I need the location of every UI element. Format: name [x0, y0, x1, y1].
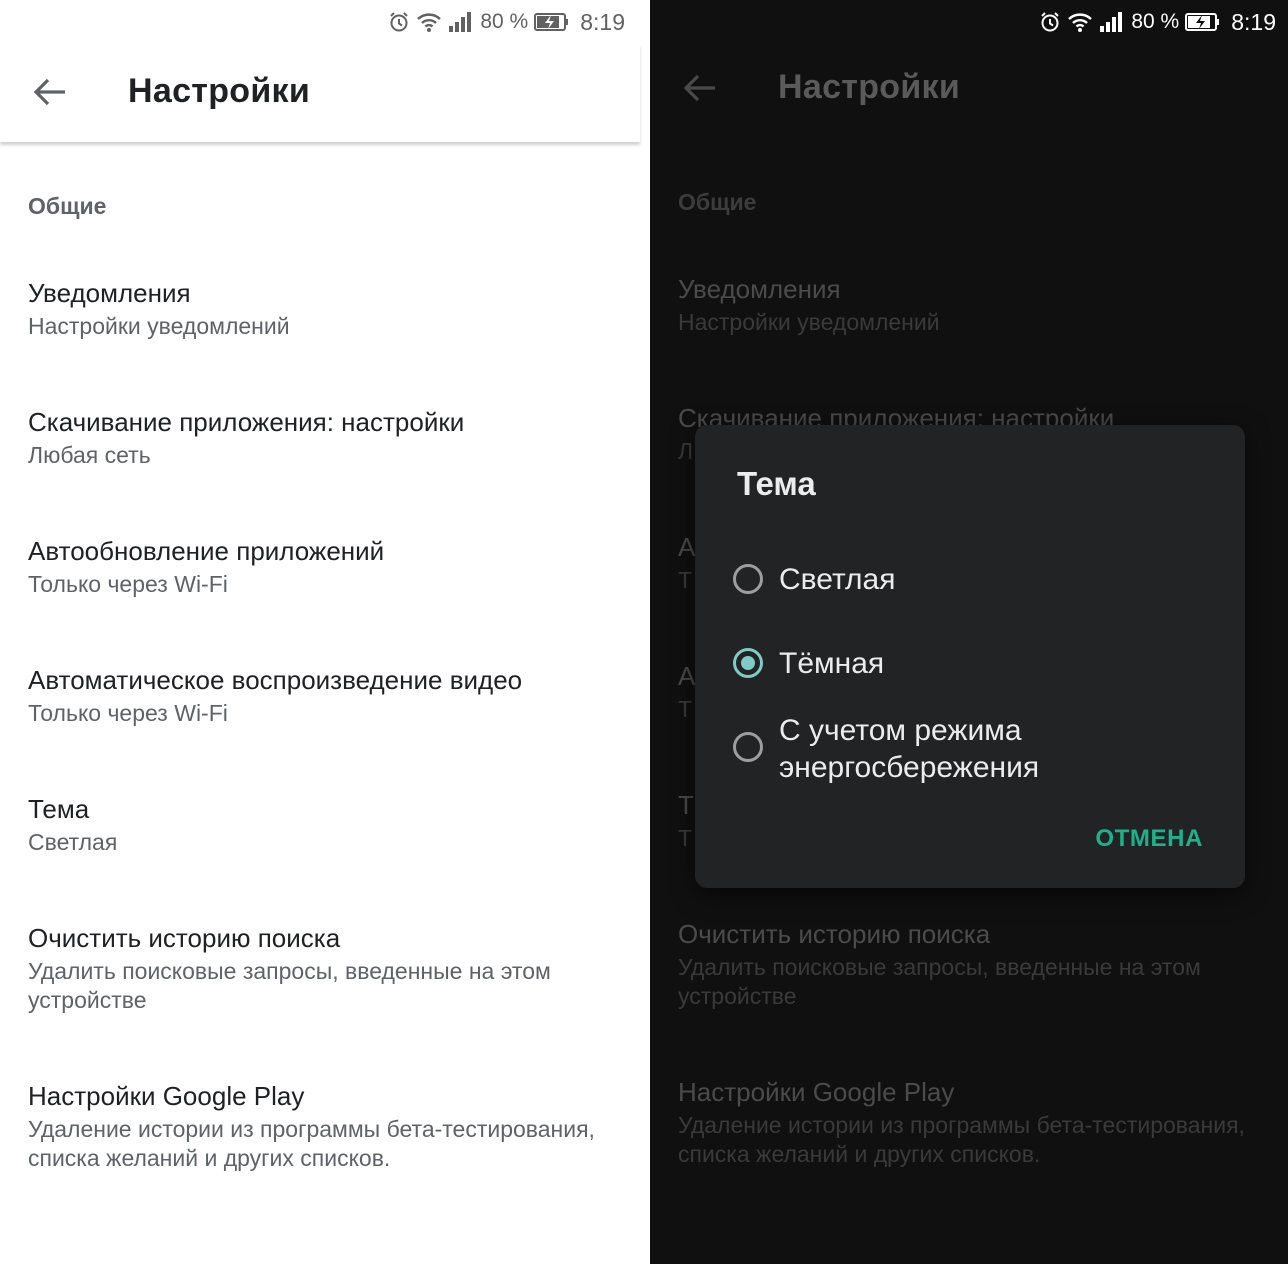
option-label: Тёмная [779, 647, 885, 680]
item-title: Очистить историю поиска [28, 923, 341, 953]
signal-icon [1099, 12, 1123, 32]
item-title: Очистить историю поиска [678, 919, 991, 949]
alarm-icon [388, 11, 410, 33]
page-title: Настройки [128, 72, 311, 110]
settings-item-download[interactable]: Скачивание приложения: настройки Любая с… [28, 405, 630, 470]
settings-item-google-play[interactable]: Настройки Google Play Удаление истории и… [28, 1079, 630, 1173]
item-subtitle: Удаление истории из программы бета-тести… [678, 1112, 1245, 1167]
radio-button-checked[interactable] [733, 648, 763, 678]
settings-item-autoplay-video[interactable]: Автоматическое воспроизведение видео Тол… [28, 663, 630, 728]
item-title: Уведомления [678, 274, 841, 304]
back-arrow-icon[interactable] [30, 72, 70, 112]
battery-percent: 80 % [480, 10, 529, 33]
settings-item-theme[interactable]: Тема Светлая [28, 792, 630, 857]
page-title: Настройки [778, 68, 961, 106]
cancel-button[interactable]: ОТМЕНА [1095, 825, 1203, 853]
status-bar: 80 % 8:19 [388, 6, 625, 38]
settings-item-notifications[interactable]: Уведомления Настройки уведомлений [28, 276, 630, 341]
radio-button-unchecked[interactable] [733, 564, 763, 594]
battery-charging-icon [534, 12, 570, 32]
settings-item-clear-history[interactable]: Очистить историю поиска Удалить поисковы… [28, 921, 630, 1015]
wifi-icon [416, 11, 442, 33]
status-time: 8:19 [580, 8, 625, 35]
item-subtitle: Светлая [28, 829, 118, 855]
alarm-icon [1039, 11, 1061, 33]
status-bar: 80 % 8:19 [1039, 6, 1276, 38]
item-subtitle: Настройки уведомлений [678, 309, 940, 335]
theme-option-light[interactable]: Светлая [733, 561, 895, 598]
theme-option-dark[interactable]: Тёмная [733, 645, 884, 682]
item-title: Скачивание приложения: настройки [28, 407, 465, 437]
item-subtitle: Только через Wi-Fi [28, 700, 228, 726]
light-settings-screen: 80 % 8:19 Настройки Общие Уведомления На… [0, 0, 650, 1264]
dark-settings-screen: 80 % 8:19 Настройки Общие Уведомления На… [650, 0, 1288, 1264]
dialog-title: Тема [737, 465, 816, 502]
item-subtitle: Удалить поисковые запросы, введенные на … [678, 954, 1201, 1009]
back-arrow-icon[interactable] [680, 68, 720, 108]
item-subtitle: Настройки уведомлений [28, 313, 290, 339]
battery-charging-icon [1185, 12, 1221, 32]
settings-item-clear-history[interactable]: Очистить историю поиска Удалить поисковы… [678, 917, 1268, 1011]
section-header-general: Общие [28, 193, 107, 219]
item-title: Автоматическое воспроизведение видео [28, 665, 523, 695]
option-label: С учетом режима энергосбережения [779, 714, 1040, 784]
settings-item-notifications[interactable]: Уведомления Настройки уведомлений [678, 272, 1268, 337]
item-title: Автообновление приложений [28, 536, 385, 566]
signal-icon [448, 12, 472, 32]
item-subtitle: Удалить поисковые запросы, введенные на … [28, 958, 551, 1013]
theme-dialog: Тема Светлая Тёмная С учетом режима энер… [695, 425, 1245, 888]
settings-item-autoupdate[interactable]: Автообновление приложений Только через W… [28, 534, 630, 599]
app-bar: Настройки [650, 44, 1288, 142]
item-subtitle: Удаление истории из программы бета-тести… [28, 1116, 595, 1171]
item-subtitle: Только через Wi-Fi [28, 571, 228, 597]
item-title: Настройки Google Play [28, 1081, 305, 1111]
theme-option-battery-saver[interactable]: С учетом режима энергосбережения [733, 712, 1079, 786]
section-header-general: Общие [678, 189, 757, 215]
status-time: 8:19 [1231, 8, 1276, 35]
item-title: Тема [28, 794, 90, 824]
item-title: Настройки Google Play [678, 1077, 955, 1107]
settings-item-google-play[interactable]: Настройки Google Play Удаление истории и… [678, 1075, 1268, 1169]
item-title: Уведомления [28, 278, 191, 308]
item-subtitle: Любая сеть [28, 442, 151, 468]
battery-percent: 80 % [1131, 10, 1180, 33]
app-bar: Настройки [0, 44, 640, 142]
option-label: Светлая [779, 563, 896, 596]
wifi-icon [1067, 11, 1093, 33]
radio-button-unchecked[interactable] [733, 732, 763, 762]
